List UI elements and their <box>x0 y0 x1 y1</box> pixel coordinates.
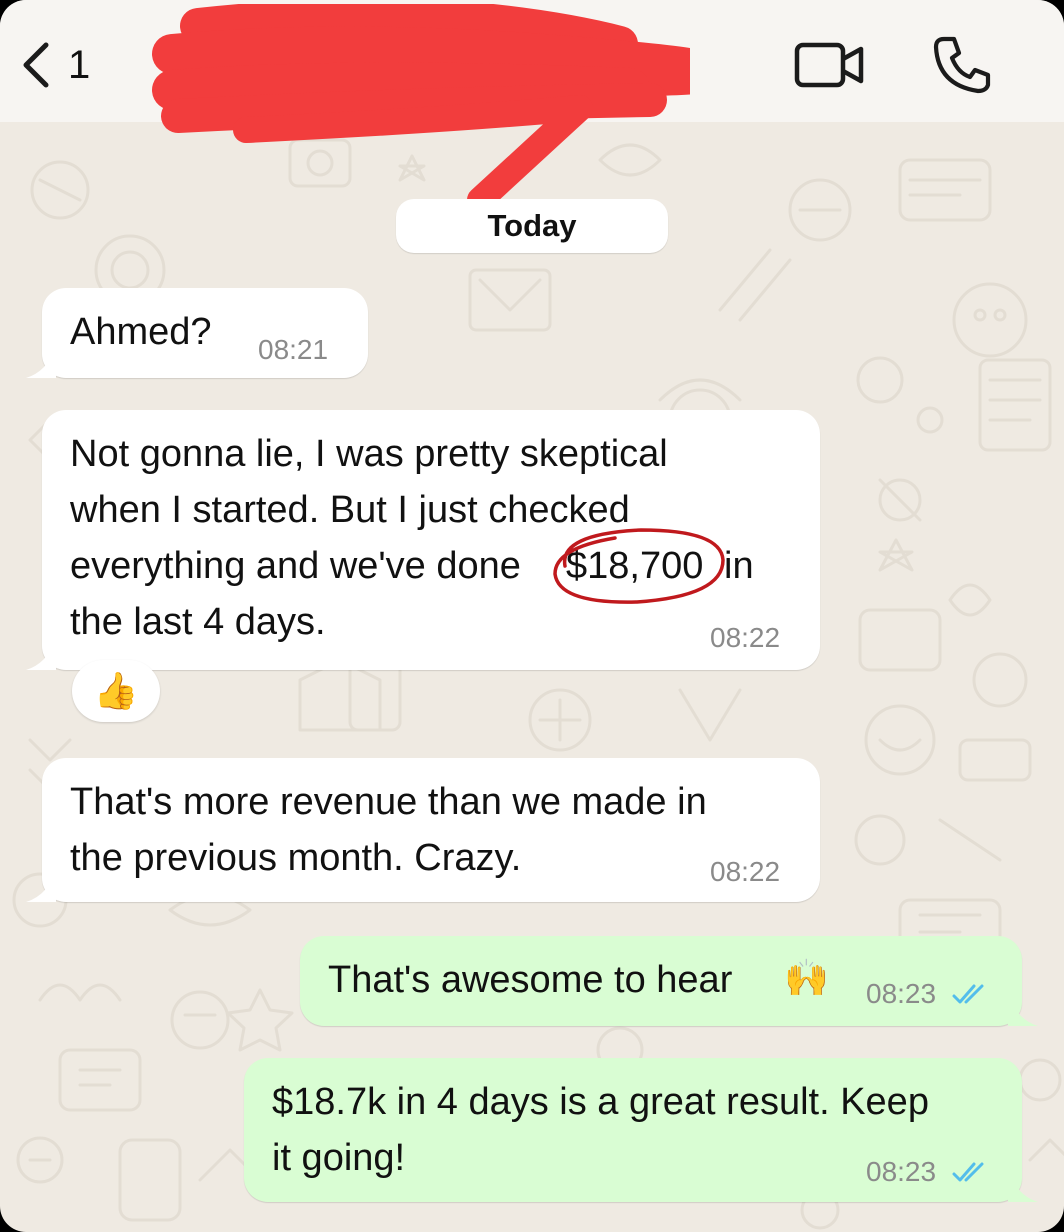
message-bubble-incoming[interactable]: That's more revenue than we made in the … <box>26 758 820 902</box>
back-button[interactable]: 1 <box>18 30 118 100</box>
reaction-badge[interactable]: 👍 <box>72 660 160 722</box>
redaction-scribble <box>152 4 690 213</box>
message-time: 08:23 <box>866 1156 937 1187</box>
message-bubble-incoming[interactable]: Ahmed? 08:21 <box>26 288 368 378</box>
message-line: the last 4 days. <box>70 601 326 643</box>
message-line: when I started. But I just checked <box>70 489 630 531</box>
message-line: the previous month. Crazy. <box>70 837 522 879</box>
message-bubble-outgoing[interactable]: $18.7k in 4 days is a great result. Keep… <box>244 1058 1038 1202</box>
message-bubble-incoming[interactable]: Not gonna lie, I was pretty skeptical wh… <box>26 410 820 670</box>
message-text: That's awesome to hear <box>328 959 733 1001</box>
message-line: everything and we've done <box>70 545 521 587</box>
video-call-icon <box>794 42 864 88</box>
read-receipt-icon <box>952 984 984 1004</box>
phone-icon <box>933 36 991 94</box>
video-call-button[interactable] <box>790 30 870 100</box>
message-text: Ahmed? <box>70 311 212 353</box>
date-divider: Today <box>396 199 668 253</box>
chat-screen: 1 yn Today Ahmed? 08:21 Not gonna lie, I… <box>0 0 1064 1232</box>
message-time: 08:23 <box>866 978 937 1009</box>
message-time: 08:22 <box>710 622 781 653</box>
message-bubble-outgoing[interactable]: That's awesome to hear 🙌 08:23 <box>300 936 1038 1026</box>
message-line: $18.7k in 4 days is a great result. Keep <box>272 1081 929 1123</box>
message-time: 08:21 <box>258 334 329 365</box>
message-time: 08:22 <box>710 856 781 887</box>
contact-info[interactable]: yn <box>150 4 690 214</box>
message-line: That's more revenue than we made in <box>70 781 707 823</box>
message-line: in <box>724 545 754 587</box>
raising-hands-icon: 🙌 <box>784 957 829 998</box>
voice-call-button[interactable] <box>922 30 1002 100</box>
unread-count: 1 <box>68 42 91 87</box>
read-receipt-icon <box>952 1162 984 1182</box>
highlighted-amount: $18,700 <box>566 545 704 587</box>
chevron-left-icon <box>23 42 49 88</box>
message-line: it going! <box>272 1137 406 1179</box>
chat-header: 1 yn <box>0 0 1064 213</box>
message-line: Not gonna lie, I was pretty skeptical <box>70 433 668 475</box>
thumbs-up-icon: 👍 <box>93 670 139 711</box>
